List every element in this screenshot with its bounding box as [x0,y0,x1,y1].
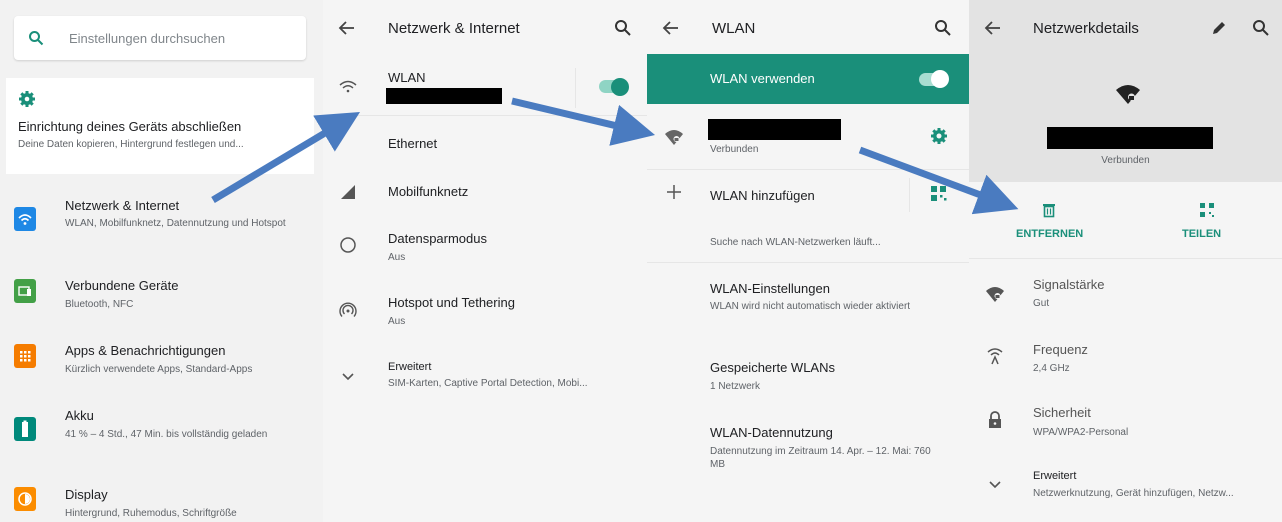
wifi-lock-icon [1116,85,1140,104]
divider [323,115,647,116]
back-arrow-icon[interactable] [337,18,357,38]
signal-icon [341,185,355,199]
search-icon[interactable] [613,18,633,38]
battery-icon [14,417,36,441]
use-wlan-label: WLAN verwenden [710,71,815,86]
page-title: WLAN [712,20,756,37]
back-arrow-icon[interactable] [661,18,681,38]
lock-icon [989,411,1001,428]
trash-icon [1043,204,1055,218]
setup-suggestion-card[interactable]: Einrichtung deines Geräts abschließen De… [6,78,314,174]
connection-status: Verbunden [1101,155,1150,166]
add-wlan-label: WLAN hinzufügen [710,188,815,203]
detail-value: 2,4 GHz [1033,363,1070,374]
add-icon [667,185,681,199]
network-item-summary: Aus [388,252,406,263]
settings-panel: Einstellungen durchsuchen Einrichtung de… [0,0,323,522]
wlan-panel: WLAN WLAN verwenden Verbunden WLAN hinzu… [647,0,969,522]
settings-item-summary: 41 % – 4 Std., 47 Min. bis vollständig g… [65,429,268,440]
settings-item-summary: Hintergrund, Ruhemodus, Schriftgröße [65,508,237,519]
detail-label: Frequenz [1033,342,1088,357]
detail-label: Erweitert [1033,470,1077,482]
divider [969,258,1282,259]
antenna-icon [987,348,1003,365]
network-item-label: Erweitert [388,361,432,373]
wlan-usage-label: WLAN-Datennutzung [710,425,833,440]
wifi-icon [339,80,357,93]
settings-item-label: Apps & Benachrichtigungen [65,343,226,358]
search-icon[interactable] [1251,18,1271,38]
settings-item-summary: Bluetooth, NFC [65,299,134,310]
saved-wlans-summary: 1 Netzwerk [710,381,761,392]
detail-value: Netzwerknutzung, Gerät hinzufügen, Netzw… [1033,488,1234,499]
settings-search-bar[interactable]: Einstellungen durchsuchen [14,16,306,60]
redacted-ssid [386,88,502,104]
divider [909,178,910,212]
divider [575,68,576,108]
redacted-ssid [708,119,841,140]
connection-status: Verbunden [710,144,759,155]
back-arrow-icon[interactable] [983,18,1003,38]
divider [647,262,969,263]
search-placeholder: Einstellungen durchsuchen [69,31,226,46]
gear-icon[interactable] [929,126,949,146]
settings-item-summary: Kürzlich verwendete Apps, Standard-Apps [65,364,253,375]
network-item-summary: Aus [388,316,406,327]
remove-label: ENTFERNEN [1016,228,1084,240]
page-title: Netzwerkdetails [1033,20,1139,37]
setup-title: Einrichtung deines Geräts abschließen [18,119,242,134]
chevron-down-icon [342,373,354,381]
brightness-icon [14,487,36,511]
devices-icon [14,279,36,303]
divider [647,169,969,170]
network-panel: Netzwerk & Internet WLAN Ethernet Mobilf… [323,0,647,522]
edit-icon[interactable] [1209,18,1229,38]
wifi-lock-icon [986,287,1004,302]
network-item-label: Ethernet [388,136,438,151]
use-wlan-bar[interactable]: WLAN verwenden [647,54,969,104]
details-header: Netzwerkdetails Verbunden [969,0,1282,182]
settings-item-label: Display [65,487,108,502]
settings-item-label: Netzwerk & Internet [65,198,180,213]
detail-value: Gut [1033,298,1050,309]
search-icon[interactable] [933,18,953,38]
network-item-label: WLAN [388,70,426,85]
network-item-label: Mobilfunknetz [388,184,469,199]
redacted-ssid [1047,127,1213,149]
settings-item-label: Akku [65,408,94,423]
detail-label: Signalstärke [1033,277,1105,292]
network-item-label: Datensparmodus [388,231,487,246]
wlan-settings-label: WLAN-Einstellungen [710,281,830,296]
apps-icon [14,344,36,368]
qr-code-icon [1200,203,1214,217]
detail-value: WPA/WPA2-Personal [1033,427,1129,438]
gear-icon [19,91,35,107]
data-saver-icon [340,237,356,253]
wlan-usage-summary: Datennutzung im Zeitraum 14. Apr. – 12. … [710,446,931,470]
wifi-icon [14,207,36,231]
page-title: Netzwerk & Internet [388,20,520,37]
detail-label: Sicherheit [1033,405,1091,420]
settings-item-label: Verbundene Geräte [65,278,179,293]
saved-wlans-label: Gespeicherte WLANs [710,360,835,375]
wifi-lock-icon [665,130,683,145]
scanning-status: Suche nach WLAN-Netzwerken läuft... [710,237,881,248]
network-details-panel: Netzwerkdetails Verbunden ENTFERNEN TEIL… [969,0,1282,522]
setup-subtitle: Deine Daten kopieren, Hintergrund festle… [18,139,244,150]
share-label: TEILEN [1182,228,1222,240]
wlan-settings-summary: WLAN wird nicht automatisch wieder aktiv… [710,301,911,312]
network-item-label: Hotspot und Tethering [388,295,515,310]
settings-item-summary: WLAN, Mobilfunknetz, Datennutzung und Ho… [65,218,286,229]
search-icon [29,31,44,46]
network-item-summary: SIM-Karten, Captive Portal Detection, Mo… [388,378,588,389]
qr-scan-icon[interactable] [929,184,949,204]
chevron-down-icon [989,481,1001,489]
hotspot-icon [339,302,357,317]
